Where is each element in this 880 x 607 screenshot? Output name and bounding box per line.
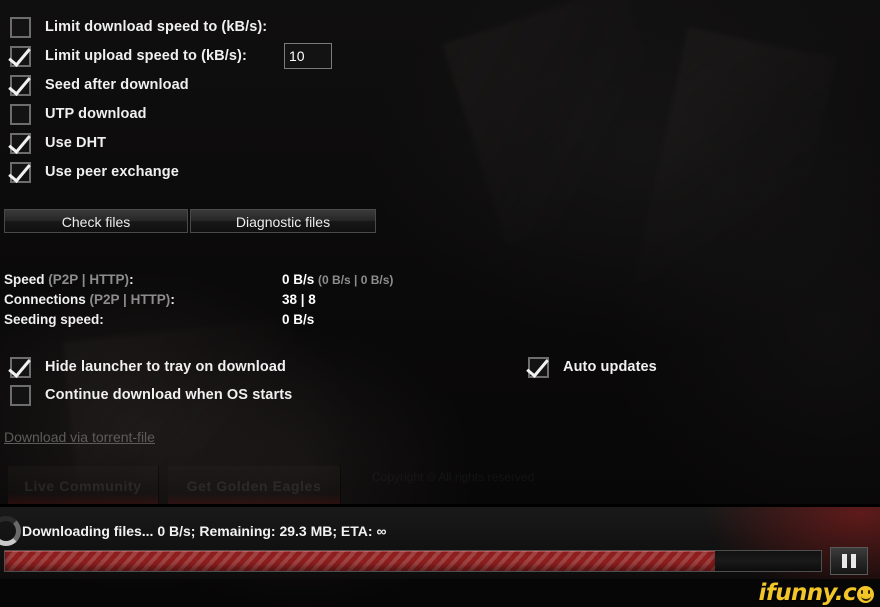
- stat-label-connections: Connections (P2P | HTTP):: [4, 292, 175, 307]
- stat-label-speed: Speed (P2P | HTTP):: [4, 272, 134, 287]
- stat-value-connections: 38 | 8: [282, 292, 316, 307]
- limit-upload-speed-checkbox[interactable]: [10, 45, 31, 67]
- use-dht-checkbox[interactable]: [10, 132, 31, 154]
- stat-seeding-name: Seeding speed: [4, 312, 100, 327]
- stat-seeding-colon: :: [99, 312, 104, 327]
- stat-connections-value: 38 | 8: [282, 292, 316, 307]
- checkbox-row-use-peer-exchange[interactable]: Use peer exchange: [10, 161, 179, 183]
- utp-download-label: UTP download: [45, 106, 147, 122]
- stat-connections-colon: :: [170, 292, 175, 307]
- stat-connections-name: Connections: [4, 292, 86, 307]
- limit-upload-speed-label: Limit upload speed to (kB/s):: [45, 48, 247, 64]
- stat-seeding-value: 0 B/s: [282, 312, 315, 327]
- stat-speed-colon: :: [129, 272, 134, 287]
- stat-speed-value: 0 B/s: [282, 272, 315, 287]
- hide-launcher-to-tray-checkbox[interactable]: [10, 356, 31, 378]
- check-files-button[interactable]: Check files: [4, 209, 188, 233]
- auto-updates-checkbox[interactable]: [528, 356, 549, 378]
- auto-updates-label: Auto updates: [563, 359, 657, 375]
- stat-value-speed: 0 B/s (0 B/s | 0 B/s): [282, 272, 393, 287]
- use-dht-label: Use DHT: [45, 135, 107, 151]
- pause-download-button[interactable]: [830, 547, 868, 575]
- limit-download-speed-checkbox[interactable]: [10, 16, 31, 38]
- ifunny-watermark: ifunny.c: [759, 580, 874, 606]
- utp-download-checkbox[interactable]: [10, 103, 31, 125]
- download-progress-fill: [5, 551, 715, 571]
- checkbox-row-hide-launcher-to-tray[interactable]: Hide launcher to tray on download: [10, 356, 286, 378]
- checkbox-row-use-dht[interactable]: Use DHT: [10, 132, 106, 154]
- download-status-text: Downloading files... 0 B/s; Remaining: 2…: [22, 523, 387, 539]
- diagnostic-files-button[interactable]: Diagnostic files: [190, 209, 376, 233]
- checkbox-row-limit-upload-speed[interactable]: Limit upload speed to (kB/s):: [10, 45, 247, 67]
- pause-icon-bar-left: [842, 554, 847, 568]
- continue-download-os-starts-checkbox[interactable]: [10, 384, 31, 406]
- upload-speed-limit-input[interactable]: [284, 43, 332, 69]
- stat-speed-qualifier: (P2P | HTTP): [44, 272, 130, 287]
- stat-connections-qualifier: (P2P | HTTP): [85, 292, 171, 307]
- checkbox-row-seed-after-download[interactable]: Seed after download: [10, 74, 189, 96]
- settings-panel: Limit download speed to (kB/s): Limit up…: [0, 0, 880, 504]
- watermark-text: ifunny.c: [758, 580, 857, 606]
- use-peer-exchange-label: Use peer exchange: [45, 164, 179, 180]
- checkbox-row-auto-updates[interactable]: Auto updates: [528, 356, 657, 378]
- checkbox-row-utp-download[interactable]: UTP download: [10, 103, 147, 125]
- seed-after-download-label: Seed after download: [45, 77, 189, 93]
- checkbox-row-continue-download-os-starts[interactable]: Continue download when OS starts: [10, 384, 292, 406]
- stat-value-seeding-speed: 0 B/s: [282, 312, 314, 327]
- stat-label-seeding-speed: Seeding speed:: [4, 312, 104, 327]
- use-peer-exchange-checkbox[interactable]: [10, 161, 31, 183]
- continue-download-os-starts-label: Continue download when OS starts: [45, 387, 293, 403]
- stat-speed-breakdown: (0 B/s | 0 B/s): [318, 273, 394, 287]
- checkbox-row-limit-download-speed[interactable]: Limit download speed to (kB/s):: [10, 16, 267, 38]
- download-progress-bar[interactable]: [4, 550, 822, 572]
- hide-launcher-to-tray-label: Hide launcher to tray on download: [45, 359, 286, 375]
- launcher-window: Live Community Get Golden Eagles Copyrig…: [0, 0, 880, 607]
- stat-speed-name: Speed: [4, 272, 45, 287]
- pause-icon-bar-right: [851, 554, 856, 568]
- limit-download-speed-label: Limit download speed to (kB/s):: [45, 19, 268, 35]
- smiley-face-icon: [857, 585, 874, 603]
- download-via-torrent-file-link[interactable]: Download via torrent-file: [4, 429, 155, 445]
- seed-after-download-checkbox[interactable]: [10, 74, 31, 96]
